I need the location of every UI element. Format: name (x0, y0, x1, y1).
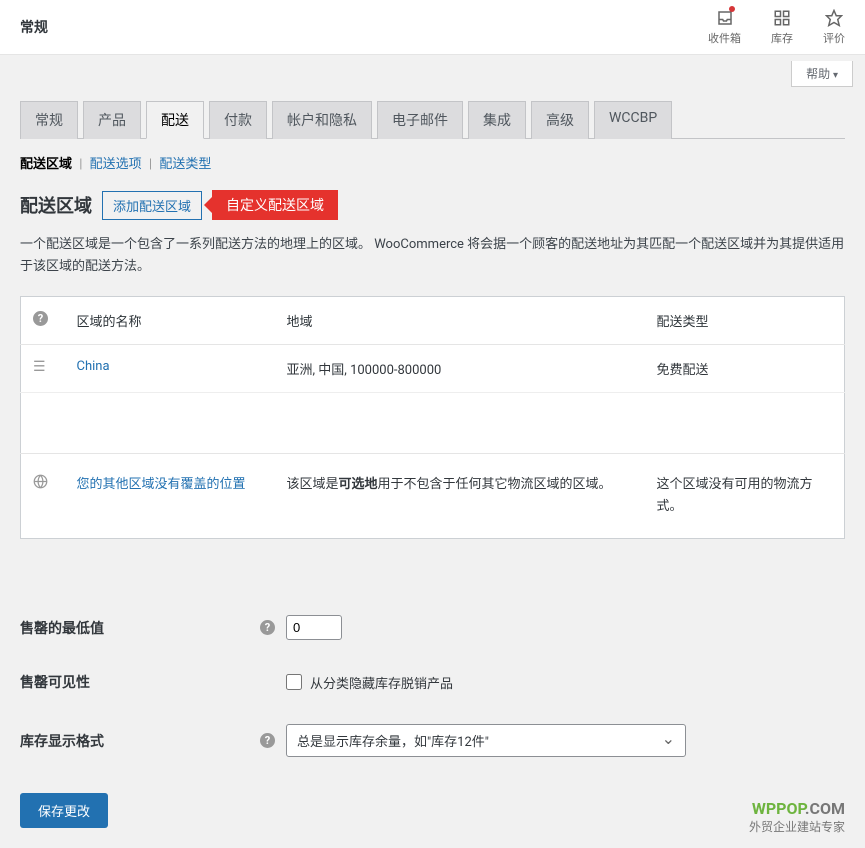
reviews-label: 评价 (823, 30, 845, 46)
subnav-classes[interactable]: 配送类型 (159, 157, 211, 172)
display-format-label: 库存显示格式 (20, 731, 260, 751)
row-display-format: 库存显示格式 ? 总是显示库存余量，如"库存12件" (20, 708, 845, 773)
zone-type: 免费配送 (645, 345, 845, 393)
form-section: 售罄的最低值 ? 售罄可见性 从分类隐藏库存脱销产品 库存显示格式 ? 总是显示… (20, 599, 845, 828)
top-bar-actions: 收件箱 库存 评价 (708, 8, 845, 46)
zone-description: 一个配送区域是一个包含了一系列配送方法的地理上的区域。 WooCommerce … (20, 234, 845, 278)
visibility-checkbox[interactable] (286, 674, 302, 690)
tab-general[interactable]: 常规 (20, 101, 78, 139)
add-zone-button[interactable]: 添加配送区域 (102, 191, 202, 220)
zone-header: 配送区域 添加配送区域 自定义配送区域 (20, 190, 845, 220)
help-icon[interactable]: ? (260, 733, 275, 748)
visibility-checkbox-label: 从分类隐藏库存脱销产品 (310, 673, 453, 692)
inventory-label: 库存 (771, 30, 793, 46)
globe-icon (33, 478, 48, 493)
row-visibility: 售罄可见性 从分类隐藏库存脱销产品 (20, 656, 845, 708)
zone-title: 配送区域 (20, 192, 92, 218)
display-format-select[interactable]: 总是显示库存余量，如"库存12件" (286, 724, 686, 757)
tab-payments[interactable]: 付款 (209, 101, 267, 139)
top-bar: 常规 收件箱 库存 评价 (0, 0, 865, 55)
row-low-stock: 售罄的最低值 ? (20, 599, 845, 656)
help-icon[interactable]: ? (260, 620, 275, 635)
save-button[interactable]: 保存更改 (20, 793, 108, 828)
tab-wccbp[interactable]: WCCBP (594, 101, 672, 139)
th-type: 配送类型 (645, 297, 845, 345)
help-icon[interactable]: ? (33, 311, 48, 326)
inbox-button[interactable]: 收件箱 (708, 8, 741, 46)
tab-integration[interactable]: 集成 (468, 101, 526, 139)
tab-products[interactable]: 产品 (83, 101, 141, 139)
zone-table: ? 区域的名称 地域 配送类型 ☰ China 亚洲, 中国, 100000-8… (20, 296, 845, 539)
table-row: ☰ China 亚洲, 中国, 100000-800000 免费配送 (21, 345, 845, 393)
star-icon (824, 8, 844, 28)
tab-advanced[interactable]: 高级 (531, 101, 589, 139)
reviews-button[interactable]: 评价 (823, 8, 845, 46)
footer-region: 该区域是可选地用于不包含于任何其它物流区域的区域。 (275, 454, 645, 539)
low-stock-input[interactable] (286, 615, 342, 640)
low-stock-label: 售罄的最低值 (20, 618, 260, 638)
inbox-label: 收件箱 (708, 30, 741, 46)
notification-dot-icon (729, 6, 735, 12)
tab-accounts[interactable]: 帐户和隐私 (272, 101, 372, 139)
visibility-label: 售罄可见性 (20, 672, 260, 692)
rest-of-world-link[interactable]: 您的其他区域没有覆盖的位置 (77, 477, 246, 492)
drag-handle-icon[interactable]: ☰ (33, 359, 46, 375)
inventory-button[interactable]: 库存 (771, 8, 793, 46)
subnav-options[interactable]: 配送选项 (90, 157, 142, 172)
table-footer-row: 您的其他区域没有覆盖的位置 该区域是可选地用于不包含于任何其它物流区域的区域。 … (21, 454, 845, 539)
page-title: 常规 (20, 17, 708, 37)
callout-badge: 自定义配送区域 (212, 190, 338, 220)
grid-icon (772, 8, 792, 28)
tab-shipping[interactable]: 配送 (146, 101, 204, 139)
help-button[interactable]: 帮助 (791, 61, 853, 87)
zone-name-link[interactable]: China (77, 359, 110, 374)
subnav-zones[interactable]: 配送区域 (20, 157, 72, 172)
sub-nav: 配送区域 | 配送选项 | 配送类型 (20, 153, 845, 172)
nav-tabs: 常规 产品 配送 付款 帐户和隐私 电子邮件 集成 高级 WCCBP (20, 101, 845, 139)
th-name: 区域的名称 (65, 297, 275, 345)
watermark: WPPOP.COM 外贸企业建站专家 (749, 799, 845, 835)
footer-type: 这个区域没有可用的物流方式。 (645, 454, 845, 539)
zone-region: 亚洲, 中国, 100000-800000 (275, 345, 645, 393)
th-region: 地域 (275, 297, 645, 345)
help-bar: 帮助 (0, 55, 865, 91)
tab-emails[interactable]: 电子邮件 (377, 101, 463, 139)
